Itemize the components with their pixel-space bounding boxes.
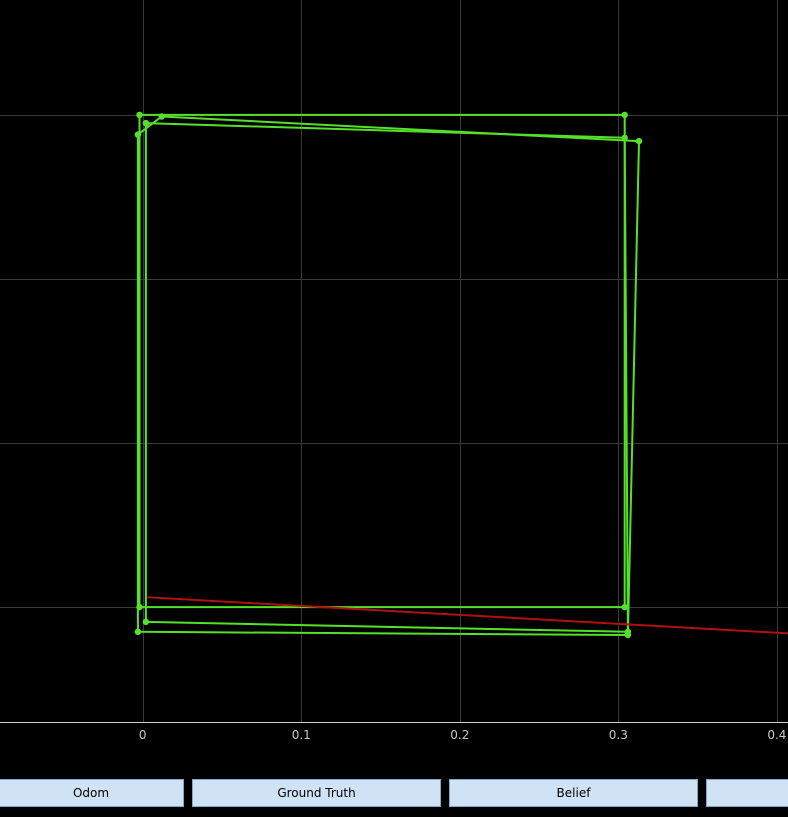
x-tick-label: 0 [139,728,147,742]
ground-truth-button[interactable]: Ground Truth [192,779,441,807]
series-point [621,111,628,119]
series-line-0 [138,113,626,609]
series-point [134,131,142,138]
x-tick-label: 0.2 [450,728,469,742]
x-tick-label: 0.3 [609,728,628,742]
grid-lines [0,0,788,722]
trajectory-plot: 0 0.1 0.2 0.3 0.4 [0,0,788,742]
series-line-2 [136,115,640,636]
series-2 [134,113,643,639]
x-tick-label: 0.1 [292,728,311,742]
series-point [134,628,142,635]
series-point [142,119,150,127]
x-tick-label: 0.4 [767,728,786,742]
series-point [142,618,150,626]
series-point [624,631,632,639]
x-tick-labels: 0 0.1 0.2 0.3 0.4 [139,728,787,742]
series-point [136,111,143,119]
trajectory-series [134,111,788,639]
series-0 [136,111,628,611]
view-toggle-bar: Odom Ground Truth Belief [0,779,788,809]
belief-button[interactable]: Belief [449,779,698,807]
series-point [635,137,643,145]
series-line-1 [144,122,629,633]
series-1 [142,119,632,635]
series-point [158,113,165,120]
odom-button[interactable]: Odom [0,779,184,807]
extra-button[interactable] [706,779,788,807]
